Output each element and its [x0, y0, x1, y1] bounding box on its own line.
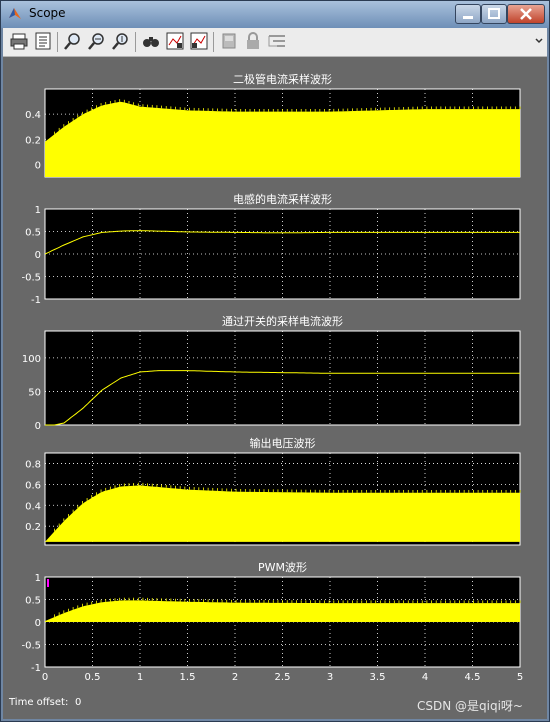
y-tick-label: 50: [28, 387, 41, 398]
watermark: CSDN @是qiqi呀~: [417, 699, 523, 713]
x-tick-label: 0.5: [85, 672, 101, 683]
time-offset-label: Time offset:: [9, 697, 69, 708]
chevron-down-icon[interactable]: [534, 36, 544, 46]
close-button[interactable]: [507, 4, 545, 24]
zoom-x-icon[interactable]: [87, 31, 107, 51]
plot-title: 输出电压波形: [250, 436, 316, 450]
plot-title: PWM波形: [258, 561, 307, 574]
y-tick-label: 0: [35, 250, 41, 261]
y-tick-label: -1: [31, 663, 41, 674]
toolbar: [3, 28, 547, 57]
time-offset-value: 0: [75, 697, 82, 708]
scope-window: Scope 二极管电流采样波形 0 0.2 0.4 电感的电流采样波形 -1 -0.5 0 0.…: [0, 0, 550, 722]
window-title: Scope: [29, 6, 66, 20]
close-icon: [520, 8, 532, 20]
plot-axes-3: [44, 330, 521, 426]
print-icon[interactable]: [9, 31, 29, 51]
y-tick-label: 0.5: [25, 228, 41, 239]
y-tick-label: 0.5: [25, 596, 41, 607]
y-tick-label: 0: [35, 618, 41, 629]
restore-axes-icon[interactable]: [189, 31, 209, 51]
y-tick-label: 1: [35, 573, 41, 584]
y-tick-label: 0: [35, 421, 41, 432]
signal-band: [45, 600, 520, 622]
parameters-icon[interactable]: [33, 31, 53, 51]
y-tick-label: 0.4: [25, 110, 41, 121]
signal-band: [45, 485, 520, 542]
x-tick-label: 0: [42, 672, 48, 683]
zoom-y-icon[interactable]: [111, 31, 131, 51]
y-tick-label: 1: [35, 205, 41, 216]
x-tick-label: 4.5: [465, 672, 481, 683]
plot-title: 二极管电流采样波形: [233, 72, 332, 86]
autoscale-icon[interactable]: [141, 31, 161, 51]
minimize-icon: [463, 16, 473, 19]
scope-axes-container: 二极管电流采样波形 0 0.2 0.4 电感的电流采样波形 -1 -0.5 0 0.5 1 通过开关…: [21, 72, 523, 683]
y-tick-label: 0.6: [25, 480, 41, 491]
y-tick-label: 0.2: [25, 135, 41, 146]
plot-title: 电感的电流采样波形: [233, 192, 332, 206]
y-tick-label: -0.5: [21, 641, 41, 652]
title-bar[interactable]: Scope: [1, 1, 549, 28]
maximize-icon: [488, 8, 500, 19]
y-tick-label: 0.8: [25, 459, 41, 470]
y-tick-label: -1: [31, 295, 41, 306]
y-tick-label: 0.2: [25, 522, 41, 533]
y-tick-label: -0.5: [21, 273, 41, 284]
matlab-logo-icon: [9, 8, 21, 19]
y-tick-label: 100: [22, 354, 41, 365]
maximize-button[interactable]: [481, 4, 507, 24]
scope-display: 二极管电流采样波形 0 0.2 0.4 电感的电流采样波形 -1 -0.5 0 0.5 1 通过开关…: [3, 57, 547, 719]
save-axes-icon[interactable]: [165, 31, 185, 51]
y-tick-label: 0: [35, 160, 41, 171]
zoom-in-icon[interactable]: [63, 31, 83, 51]
lock-icon[interactable]: [243, 31, 263, 51]
signal-band: [45, 101, 520, 177]
minimize-button[interactable]: [455, 4, 481, 24]
y-tick-label: 0.4: [25, 501, 41, 512]
x-tick-label: 4: [422, 672, 428, 683]
plot-title: 通过开关的采样电流波形: [222, 314, 343, 328]
x-tick-label: 2: [232, 672, 238, 683]
signal-selection-icon[interactable]: [267, 31, 287, 51]
x-tick-label: 1.5: [180, 672, 196, 683]
x-tick-label: 5: [517, 672, 523, 683]
x-tick-label: 1: [137, 672, 143, 683]
x-tick-label: 3.5: [370, 672, 386, 683]
x-tick-label: 2.5: [275, 672, 291, 683]
floating-scope-icon[interactable]: [219, 31, 239, 51]
x-tick-label: 3: [327, 672, 333, 683]
